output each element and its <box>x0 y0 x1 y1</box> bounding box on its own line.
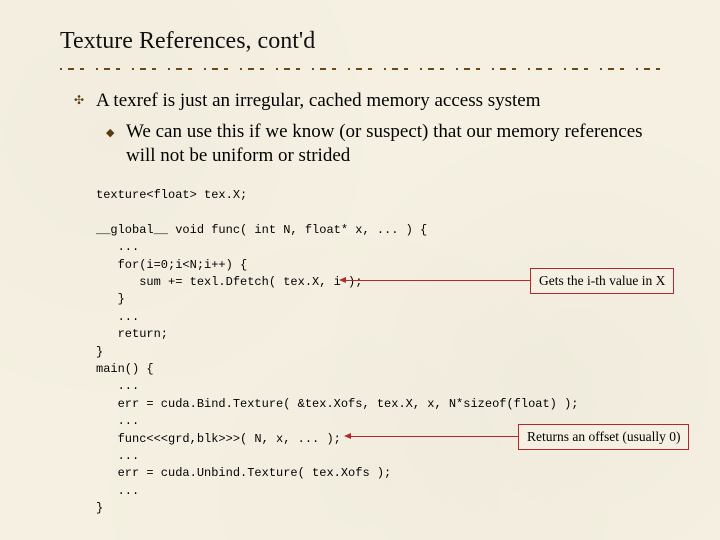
bullet-level2: ◆ We can use this if we know (or suspect… <box>106 120 660 169</box>
bullet-text: A texref is just an irregular, cached me… <box>96 89 541 114</box>
code-line: func<<<grd,blk>>>( N, x, ... ); <box>96 432 341 446</box>
callout-box: Gets the i-th value in X <box>530 268 674 294</box>
code-line: err = cuda.Unbind.Texture( tex.Xofs ); <box>96 466 391 480</box>
callout-text: Gets the i-th value in X <box>539 273 665 288</box>
code-line: main() { <box>96 362 154 376</box>
slide: Texture References, cont'd ✣ A texref is… <box>0 0 720 540</box>
title-divider <box>60 65 660 73</box>
code-line: } <box>96 292 125 306</box>
code-line: return; <box>96 327 168 341</box>
code-line: } <box>96 345 103 359</box>
callout-text: Returns an offset (usually 0) <box>527 429 680 444</box>
code-line: ... <box>96 484 139 498</box>
diamond-bullet-icon: ◆ <box>106 126 118 138</box>
code-line: texture<float> tex.X; <box>96 188 247 202</box>
code-line: ... <box>96 240 139 254</box>
bullet-list: ✣ A texref is just an irregular, cached … <box>60 89 660 169</box>
code-line: } <box>96 501 103 515</box>
arrow-icon <box>350 436 518 437</box>
code-line: ... <box>96 414 139 428</box>
bullet-text: We can use this if we know (or suspect) … <box>126 120 660 169</box>
callout-box: Returns an offset (usually 0) <box>518 424 689 450</box>
code-line: ... <box>96 449 139 463</box>
arrow-icon <box>345 280 530 281</box>
code-line: ... <box>96 310 139 324</box>
code-line: ... <box>96 379 139 393</box>
slide-title: Texture References, cont'd <box>60 28 660 55</box>
code-line: __global__ void func( int N, float* x, .… <box>96 223 427 237</box>
code-line: err = cuda.Bind.Texture( &tex.Xofs, tex.… <box>96 397 578 411</box>
bullet-level1: ✣ A texref is just an irregular, cached … <box>72 89 660 114</box>
cross-bullet-icon: ✣ <box>72 94 86 108</box>
code-block: texture<float> tex.X; __global__ void fu… <box>96 187 660 517</box>
code-line: sum += texl.Dfetch( tex.X, i ); <box>96 275 362 289</box>
code-line: for(i=0;i<N;i++) { <box>96 258 247 272</box>
